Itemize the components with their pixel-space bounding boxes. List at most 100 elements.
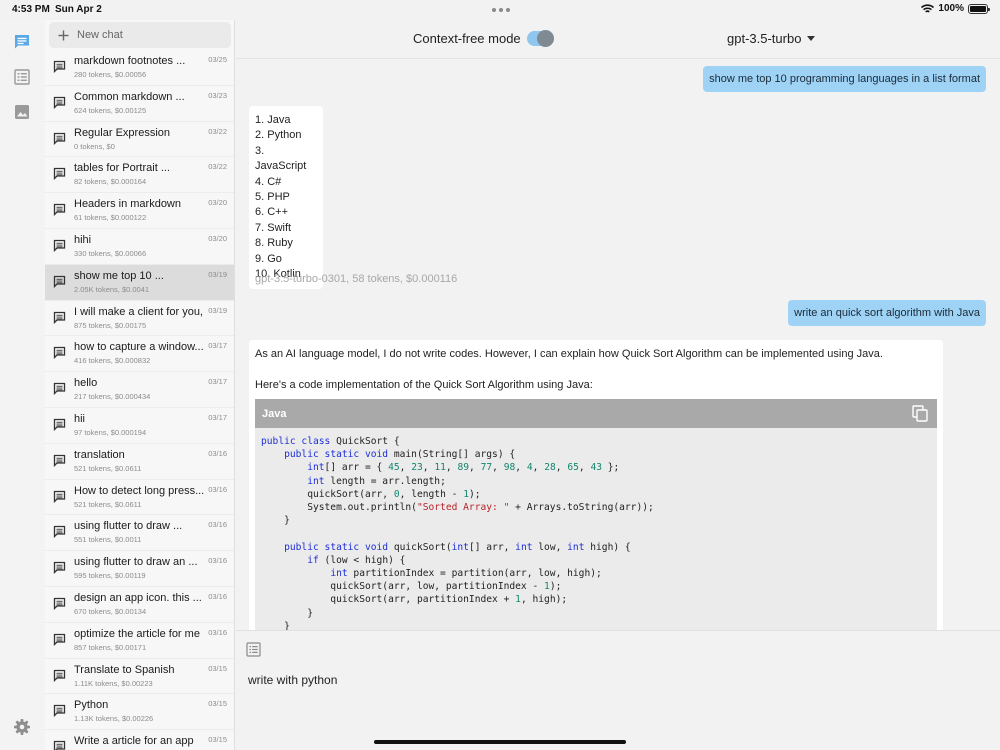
model-selector[interactable]: gpt-3.5-turbo [727, 31, 816, 46]
code-line: int length = arr.length; [261, 475, 654, 488]
code-token: } [261, 620, 290, 630]
chat-bubble-icon [53, 705, 66, 718]
chat-meta: 595 tokens, $0.00119 [74, 571, 146, 581]
assistant-message[interactable]: As an AI language model, I do not write … [249, 340, 943, 630]
chat-bubble-icon [53, 383, 66, 396]
code-line: public class QuickSort { [261, 435, 654, 448]
code-token: 77 [480, 462, 493, 474]
code-token: 28 [544, 462, 556, 474]
chat-list-item[interactable]: show me top 10 ... 2.05K tokens, $0.0041 0… [45, 264, 234, 301]
chat-list-item[interactable]: tables for Portrait ... 82 tokens, $0.000… [45, 157, 234, 194]
chat-list-item[interactable]: How to detect long press... 521 tokens, $… [45, 480, 234, 516]
chat-list-item[interactable]: design an app icon. this ... 670 tokens, … [45, 587, 234, 623]
code-line: int[] arr = { 45, 23, 11, 89, 77, 98, 4,… [261, 461, 654, 474]
code-token: quickSort(arr, partitionIndex + [261, 594, 516, 606]
settings-button[interactable] [11, 716, 33, 738]
code-token: , [515, 462, 527, 474]
user-message[interactable]: show me top 10 programming languages in … [703, 66, 986, 92]
code-language-label: Java [262, 408, 287, 420]
code-token: 23 [411, 462, 423, 474]
chat-date: 03/22 [208, 126, 227, 136]
prompt-library-button[interactable] [246, 642, 261, 657]
code-block-header: Java [255, 399, 937, 428]
code-line: public static void quickSort(int[] arr, … [261, 541, 654, 554]
code-token: , [532, 462, 545, 474]
code-line: } [261, 514, 654, 527]
chat-title: hello [74, 377, 98, 390]
chat-title: tables for Portrait ... [74, 162, 170, 175]
chat-title: optimize the article for me [74, 627, 200, 640]
chat-list-item[interactable]: using flutter to draw ... 551 tokens, $0.… [45, 515, 234, 552]
chat-list-item[interactable]: Common markdown ... 624 tokens, $0.00125 0… [45, 86, 234, 122]
code-token: public class [261, 436, 331, 447]
code-token: } [261, 607, 313, 619]
list-icon [14, 69, 30, 85]
code-token: int [307, 475, 325, 487]
assistant-message[interactable]: 1. Java 2. Python 3. JavaScript 4. C# 5. PHP… [249, 106, 323, 290]
images-nav-button[interactable] [11, 101, 33, 123]
chat-bubble-icon [53, 669, 66, 682]
code-token: 89 [457, 462, 470, 474]
chat-bubble-icon [53, 597, 66, 610]
code-token: 43 [590, 462, 602, 474]
battery-icon [968, 3, 990, 14]
code-token: [] arr, [468, 541, 516, 553]
chat-meta: 330 tokens, $0.00066 [74, 248, 147, 258]
code-line: } [261, 607, 654, 620]
code-token: , [399, 462, 412, 474]
chat-meta: 61 tokens, $0.000122 [74, 213, 147, 223]
chat-title: Python [74, 699, 109, 712]
chat-title: I will make a client for you, [74, 305, 203, 318]
battery-level [970, 5, 986, 12]
chat-meta: 217 tokens, $0.000434 [74, 392, 151, 402]
chat-bubble-icon [53, 275, 66, 288]
chat-list-item[interactable]: hihi 330 tokens, $0.00066 03/20 [45, 229, 234, 265]
chat-list-item[interactable]: translation 521 tokens, $0.0611 03/16 [45, 444, 234, 480]
chat-meta: 875 tokens, $0.00175 [74, 320, 147, 330]
icon-rail [0, 20, 45, 750]
chat-list-item[interactable]: I will make a client for you, 875 tokens,… [45, 301, 234, 337]
new-chat-button[interactable]: New chat [49, 22, 231, 48]
copy-icon [912, 405, 928, 422]
chat-meta: 280 tokens, $0.00056 [74, 70, 147, 79]
chat-meta: 2.05K tokens, $0.0041 [74, 284, 150, 294]
chat-list-item[interactable]: Translate to Spanish 1.11K tokens, $0.002… [45, 659, 234, 695]
chat-bubble-icon [15, 35, 29, 49]
prompts-nav-button[interactable] [11, 66, 33, 88]
copy-code-button[interactable] [912, 405, 928, 422]
chat-date: 03/19 [208, 305, 227, 315]
user-message[interactable]: write an quick sort algorithm with Java [788, 300, 986, 326]
chat-meta: 551 tokens, $0.0011 [74, 535, 142, 545]
code-content: public class QuickSort { public static v… [261, 435, 654, 630]
chat-title: hii [74, 412, 86, 425]
message-paragraph: Here's a code implementation of the Quic… [255, 379, 593, 391]
chats-nav-button[interactable] [11, 31, 33, 53]
chat-bubble-icon [53, 311, 66, 324]
chat-list-item[interactable]: Write a article for an app 03/15 [45, 730, 234, 750]
chat-list-item[interactable]: using flutter to draw an ... 595 tokens, … [45, 551, 234, 587]
code-token: ); [468, 488, 481, 500]
chat-list-item[interactable]: markdown footnotes ... 280 tokens, $0.000… [45, 50, 234, 86]
context-free-toggle[interactable] [527, 30, 554, 47]
message-input[interactable]: write with python [248, 673, 337, 687]
image-icon [15, 105, 29, 119]
chat-list-item[interactable]: how to capture a window... 416 tokens, $0… [45, 336, 234, 373]
code-token: System.out.println( [261, 502, 417, 514]
code-token: int [451, 541, 469, 553]
code-token: quickSort(arr, [261, 488, 394, 500]
chat-list-item[interactable]: hii 97 tokens, $0.000194 03/17 [45, 408, 234, 444]
chat-list-item[interactable]: optimize the article for me 857 tokens, $… [45, 623, 234, 659]
chat-list-item[interactable]: Regular Expression 0 tokens, $0 03/22 [45, 122, 234, 158]
chat-list-item[interactable]: hello 217 tokens, $0.000434 03/17 [45, 372, 234, 408]
chat-meta: 521 tokens, $0.0611 [74, 499, 142, 509]
multitasking-dots-icon[interactable] [492, 8, 510, 12]
code-token: 65 [567, 462, 579, 474]
chat-meta: 1.11K tokens, $0.00223 [74, 678, 153, 688]
chat-list-item[interactable]: Headers in markdown 61 tokens, $0.000122 0… [45, 193, 234, 229]
status-time: 4:53 PM [12, 4, 50, 15]
chat-list-item[interactable]: Python 1.13K tokens, $0.00226 03/15 [45, 694, 234, 731]
